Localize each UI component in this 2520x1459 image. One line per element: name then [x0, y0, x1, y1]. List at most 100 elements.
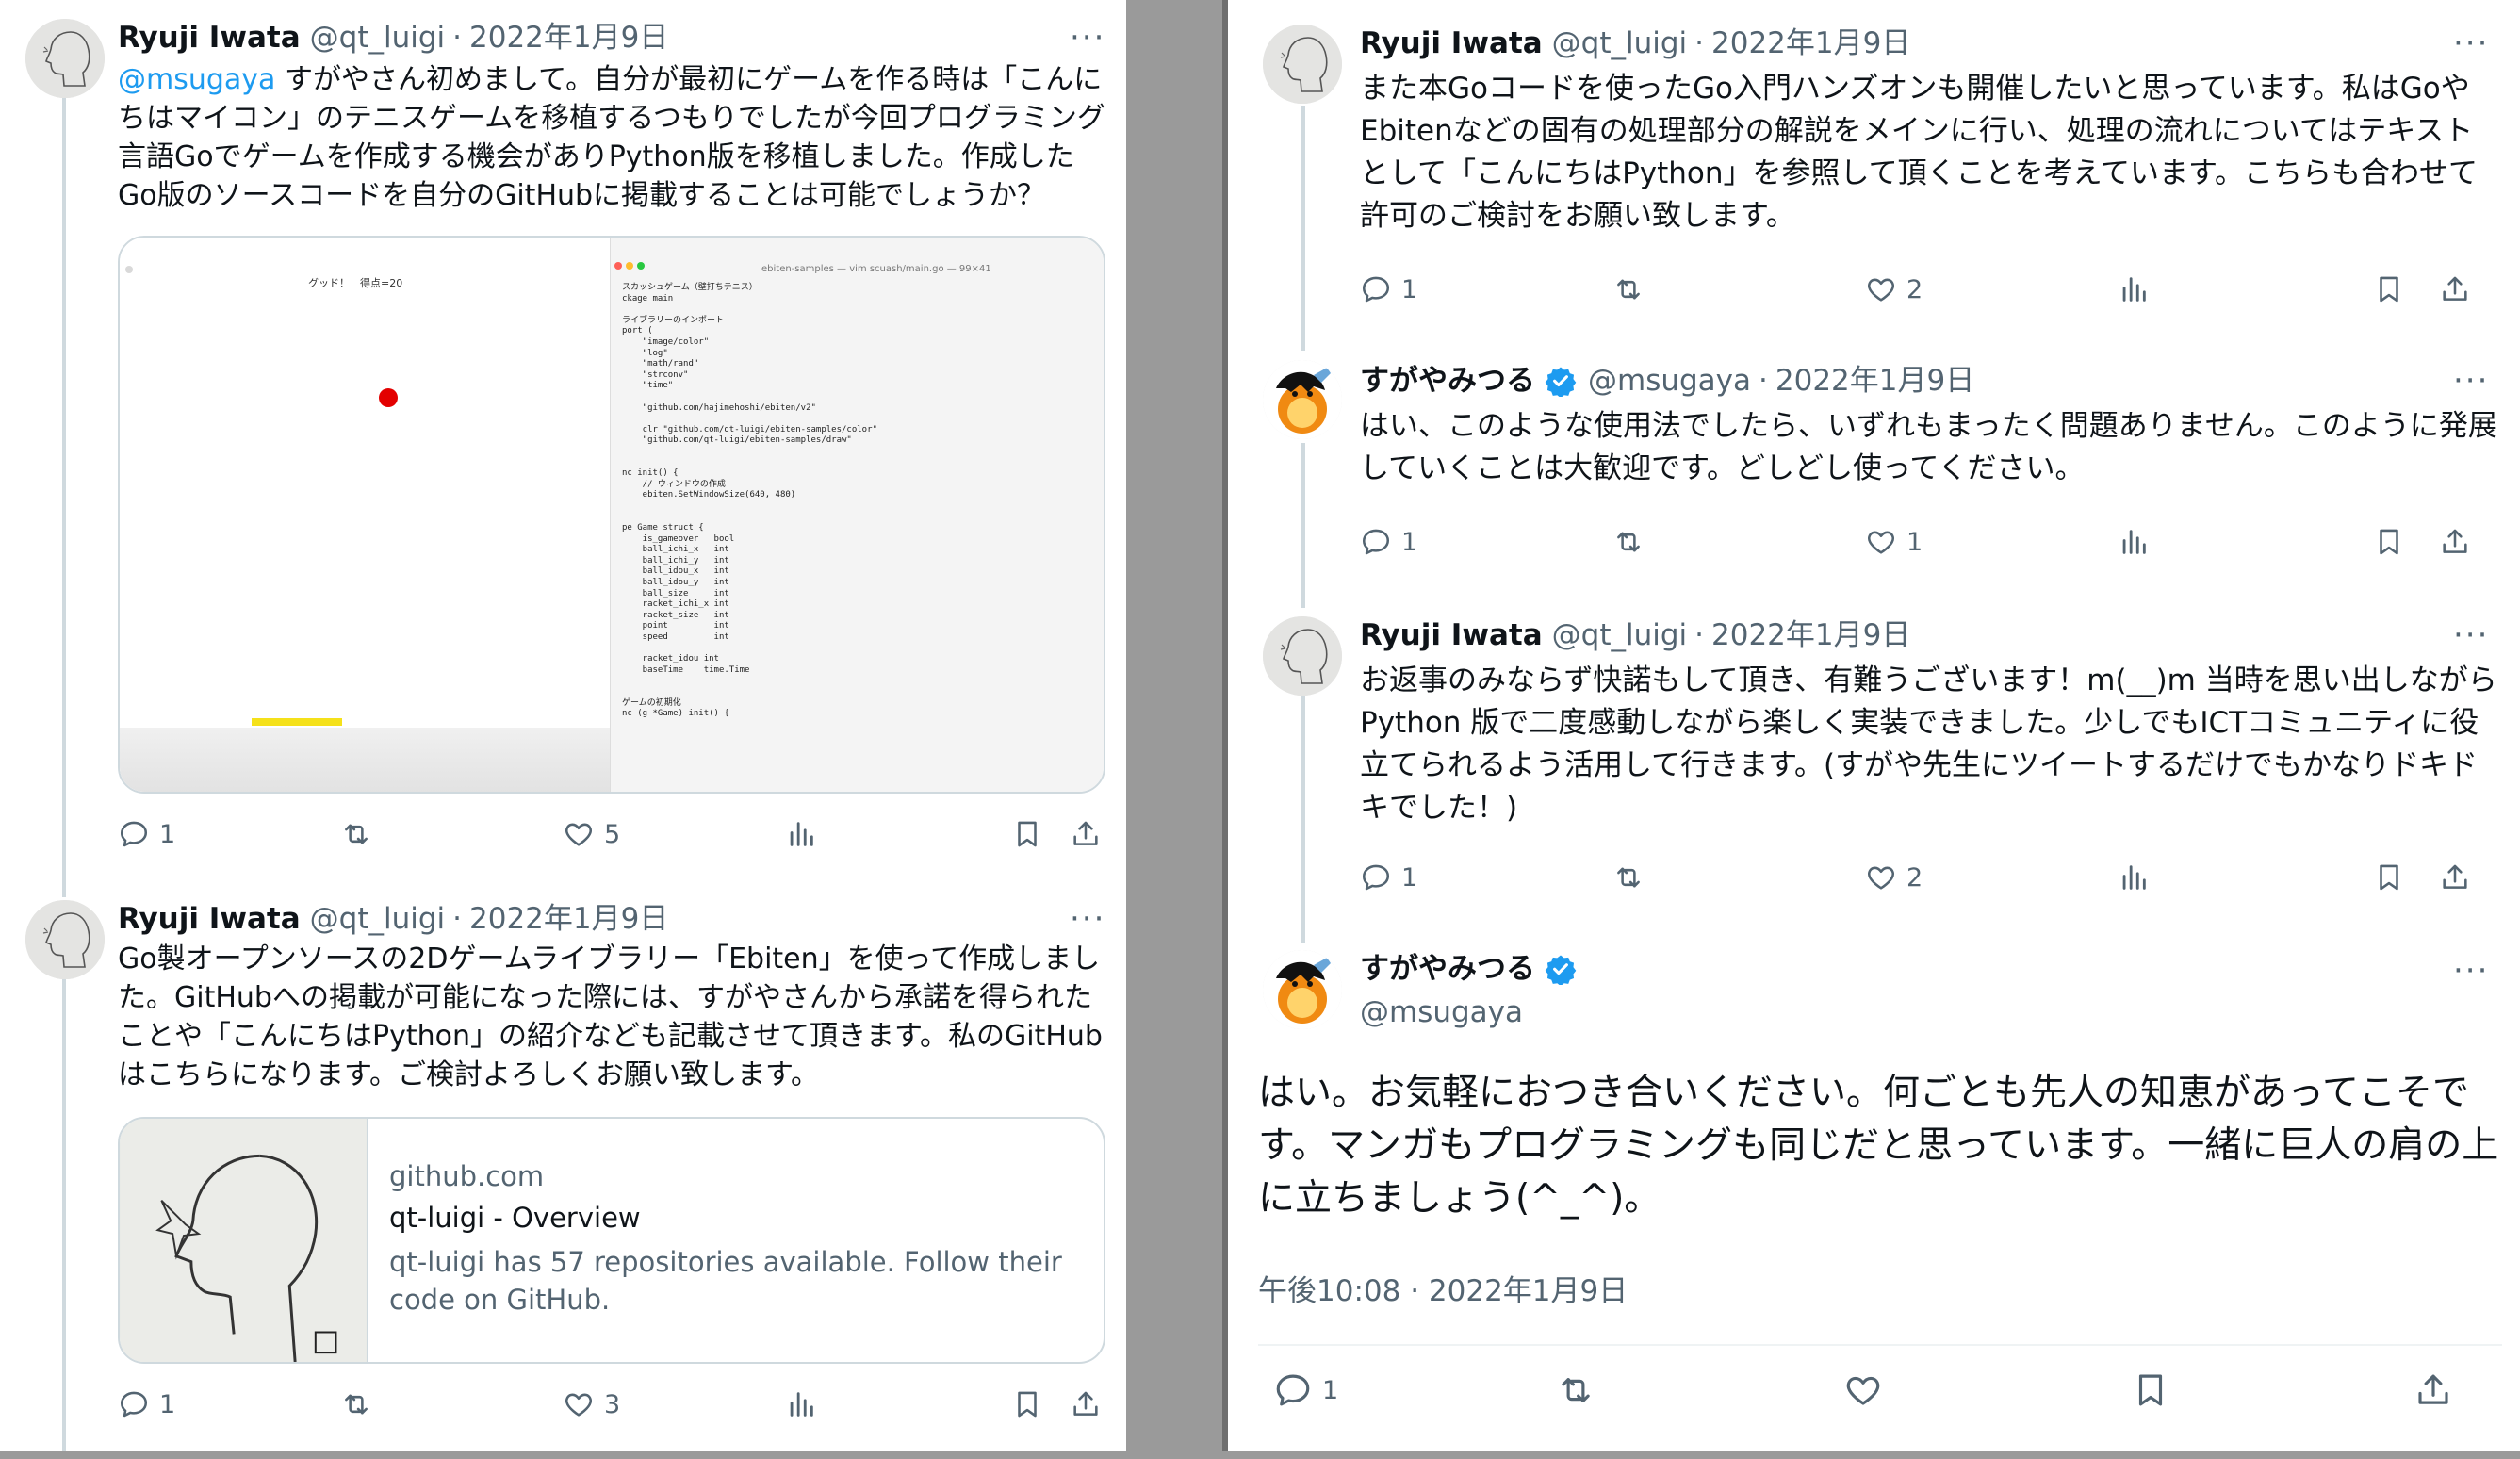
bookmark-button[interactable] — [2131, 1370, 2170, 1410]
tweet-text: お返事のみならず快諾もして頂き、有難うございます！m(__)m 当時を思い出しな… — [1360, 664, 2497, 825]
reply-button[interactable]: 1 — [1273, 1370, 1338, 1410]
bookmark-button[interactable] — [2373, 273, 2405, 305]
tweet-header: Ryuji Iwata @qt_luigi · 2022年1月9日 — [1360, 616, 1910, 654]
share-button[interactable] — [1070, 818, 1102, 850]
tweet[interactable]: Ryuji Iwata @qt_luigi · 2022年1月9日 ··· Go… — [0, 881, 1126, 1451]
tweet-timestamp[interactable]: 午後10:08 · 2022年1月9日 — [1258, 1267, 1628, 1309]
tweet[interactable]: すがやみつる @msugaya · 2022年1月9日 ··· はい、このような… — [1228, 339, 2520, 596]
author-handle[interactable]: @qt_luigi — [1552, 25, 1688, 62]
share-button[interactable] — [2439, 273, 2471, 305]
author-name[interactable]: Ryuji Iwata — [118, 900, 301, 938]
retweet-arrows-icon — [1556, 1370, 1595, 1410]
views-button[interactable] — [785, 1388, 817, 1420]
reply-count: 1 — [159, 819, 176, 849]
ball-icon — [379, 388, 398, 407]
like-button[interactable]: 2 — [1865, 861, 1923, 893]
tweet-date[interactable]: 2022年1月9日 — [469, 900, 668, 938]
game-window-screenshot: グッド！ 得点=20 — [120, 238, 610, 792]
avatar[interactable] — [1263, 616, 1342, 696]
media-image[interactable]: グッド！ 得点=20 ebiten-samples — vim scuash/m… — [118, 236, 1105, 794]
tweet-text: はい、このような使用法でしたら、いずれもまったく問題ありません。このように発展し… — [1360, 409, 2497, 485]
more-icon[interactable]: ··· — [2453, 619, 2489, 651]
avatar[interactable] — [1263, 950, 1342, 1029]
link-domain: github.com — [389, 1160, 545, 1192]
reply-count: 1 — [1322, 1375, 1339, 1405]
author-name[interactable]: Ryuji Iwata — [1360, 25, 1543, 62]
reply-button[interactable]: 1 — [1360, 861, 1417, 893]
avatar[interactable] — [1263, 360, 1342, 439]
author-name[interactable]: Ryuji Iwata — [1360, 616, 1543, 654]
author-name[interactable]: Ryuji Iwata — [118, 19, 301, 57]
like-count: 2 — [1906, 862, 1923, 893]
tweet-header: Ryuji Iwata @qt_luigi · 2022年1月9日 — [1360, 25, 1910, 62]
tweet-date[interactable]: 2022年1月9日 — [1775, 362, 1974, 400]
reply-count: 1 — [1401, 527, 1418, 557]
retweet-arrows-icon — [1612, 526, 1645, 558]
mention-link[interactable]: @msugaya — [118, 63, 275, 96]
avatar[interactable] — [1263, 25, 1342, 104]
reply-button[interactable]: 1 — [1360, 273, 1417, 305]
reply-button[interactable]: 1 — [1360, 526, 1417, 558]
reply-button[interactable]: 1 — [118, 1388, 175, 1420]
verified-badge-icon — [1545, 953, 1577, 985]
views-button[interactable] — [2118, 273, 2150, 305]
tweet-date[interactable]: 2022年1月9日 — [1711, 616, 1910, 654]
like-button[interactable]: 3 — [563, 1388, 620, 1420]
tweet-header: すがやみつる — [1360, 950, 1588, 988]
bar-chart-icon — [785, 818, 817, 850]
link-preview-card[interactable]: github.com qt-luigi - Overview qt-luigi … — [118, 1117, 1105, 1364]
tweet[interactable]: Ryuji Iwata @qt_luigi · 2022年1月9日 ··· また… — [1228, 0, 2520, 339]
tweet-date[interactable]: 2022年1月9日 — [469, 19, 668, 57]
more-icon[interactable]: ··· — [2453, 27, 2489, 59]
avatar[interactable] — [25, 19, 105, 98]
retweet-arrows-icon — [340, 818, 372, 850]
retweet-button[interactable] — [1612, 861, 1645, 893]
speech-bubble-icon — [118, 818, 150, 850]
tweet-actions: 1 2 — [1360, 861, 2514, 899]
like-button[interactable]: 5 — [563, 818, 620, 850]
tweet-header: Ryuji Iwata @qt_luigi · 2022年1月9日 — [118, 900, 668, 938]
avatar[interactable] — [25, 900, 105, 979]
more-icon[interactable]: ··· — [1070, 903, 1105, 935]
tweet-text: Go製オープンソースの2Dゲームライブラリー「Ebiten」を使って作成しました… — [118, 943, 1103, 1091]
bookmark-icon — [2373, 526, 2405, 558]
retweet-button[interactable] — [1612, 273, 1645, 305]
author-name[interactable]: すがやみつる — [1360, 362, 1535, 400]
share-button[interactable] — [1070, 1388, 1102, 1420]
reply-count: 1 — [1401, 862, 1418, 893]
like-button[interactable] — [1843, 1370, 1883, 1410]
bookmark-button[interactable] — [2373, 861, 2405, 893]
verified-badge-icon — [1545, 365, 1577, 397]
views-button[interactable] — [2118, 526, 2150, 558]
bookmark-button[interactable] — [1011, 818, 1043, 850]
author-handle[interactable]: @qt_luigi — [1552, 616, 1688, 654]
more-icon[interactable]: ··· — [2453, 365, 2489, 397]
bookmark-button[interactable] — [1011, 1388, 1043, 1420]
more-icon[interactable]: ··· — [2453, 955, 2489, 987]
speech-bubble-icon — [1360, 273, 1392, 305]
bookmark-button[interactable] — [2373, 526, 2405, 558]
author-handle[interactable]: @msugaya — [1360, 993, 1523, 1031]
share-button[interactable] — [2414, 1370, 2453, 1410]
views-button[interactable] — [2118, 861, 2150, 893]
tweet-date[interactable]: 2022年1月9日 — [1711, 25, 1910, 62]
like-button[interactable]: 1 — [1865, 526, 1923, 558]
heart-icon — [1865, 861, 1897, 893]
like-button[interactable]: 2 — [1865, 273, 1923, 305]
share-button[interactable] — [2439, 861, 2471, 893]
retweet-button[interactable] — [340, 1388, 372, 1420]
views-button[interactable] — [785, 818, 817, 850]
retweet-button[interactable] — [1612, 526, 1645, 558]
maximize-dot-icon — [637, 262, 645, 270]
reply-button[interactable]: 1 — [118, 818, 175, 850]
tweet[interactable]: Ryuji Iwata @qt_luigi · 2022年1月9日 ··· @m… — [0, 0, 1126, 867]
author-handle[interactable]: @qt_luigi — [310, 900, 446, 938]
share-button[interactable] — [2439, 526, 2471, 558]
more-icon[interactable]: ··· — [1070, 22, 1105, 54]
author-handle[interactable]: @qt_luigi — [310, 19, 446, 57]
retweet-button[interactable] — [340, 818, 372, 850]
author-handle[interactable]: @msugaya — [1588, 362, 1751, 400]
tweet[interactable]: Ryuji Iwata @qt_luigi · 2022年1月9日 ··· お返… — [1228, 596, 2520, 935]
author-name[interactable]: すがやみつる — [1360, 950, 1535, 988]
retweet-button[interactable] — [1556, 1370, 1595, 1410]
